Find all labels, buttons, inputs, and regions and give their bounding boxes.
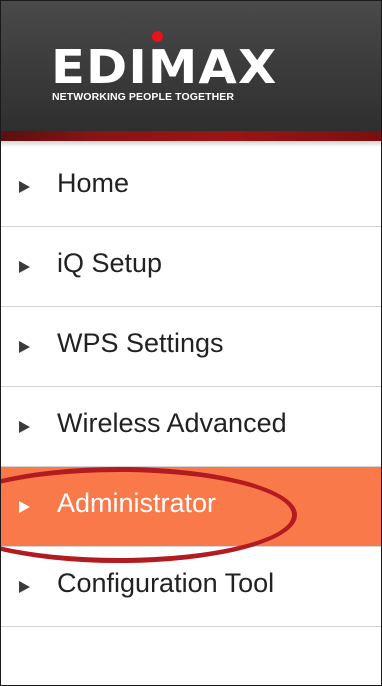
sidebar-item-wireless-advanced[interactable]: Wireless Advanced	[1, 387, 381, 467]
sidebar-item-wps-settings[interactable]: WPS Settings	[1, 307, 381, 387]
sidebar-item-label: Wireless Advanced	[57, 408, 287, 438]
sidebar-item-label: iQ Setup	[57, 248, 163, 278]
triangle-right-icon	[19, 181, 30, 193]
triangle-right-icon	[19, 581, 30, 593]
triangle-right-icon	[19, 421, 30, 433]
sidebar-item-administrator[interactable]: Administrator	[1, 467, 381, 547]
sidebar-item-label: Administrator	[57, 488, 217, 518]
sidebar-item-label: WPS Settings	[57, 328, 224, 358]
sidebar-item-iq-setup[interactable]: iQ Setup	[1, 227, 381, 307]
triangle-right-icon	[19, 261, 30, 273]
logo-tagline: NETWORKING PEOPLE TOGETHER	[52, 91, 235, 103]
sidebar-item-label: Configuration Tool	[57, 568, 275, 598]
logo-wordmark: EDIMAX	[51, 40, 278, 94]
sidebar-frame: EDIMAX NETWORKING PEOPLE TOGETHER Home i…	[0, 0, 382, 686]
triangle-right-icon	[19, 501, 30, 513]
sidebar-menu: Home iQ Setup WPS Settings Wireless Adva…	[1, 147, 381, 627]
triangle-right-icon	[19, 341, 30, 353]
sidebar-item-configuration-tool[interactable]: Configuration Tool	[1, 547, 381, 627]
sidebar-item-home[interactable]: Home	[1, 147, 381, 227]
brand-header: EDIMAX NETWORKING PEOPLE TOGETHER	[1, 1, 381, 133]
sidebar-item-label: Home	[57, 168, 130, 198]
edimax-logo: EDIMAX NETWORKING PEOPLE TOGETHER	[51, 31, 321, 111]
header-accent-stripe	[1, 131, 381, 141]
